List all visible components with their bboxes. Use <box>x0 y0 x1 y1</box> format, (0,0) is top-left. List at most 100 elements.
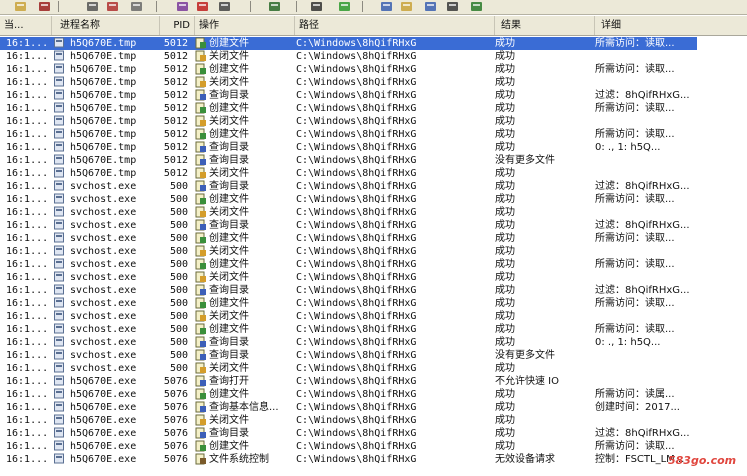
table-row[interactable]: 16:1... h5Q670E.tmp 5012 查询目录 C:\Windows\8hQ… <box>0 89 697 102</box>
process-icon <box>54 375 64 388</box>
file-system-icon <box>195 336 207 349</box>
network-icon[interactable] <box>218 1 231 12</box>
row-time: 16:1... <box>6 298 49 309</box>
edit-filter-icon[interactable] <box>130 1 143 12</box>
row-operation: 查询目录 <box>209 337 249 348</box>
row-pid: 5012 <box>163 77 188 88</box>
table-row[interactable]: 16:1... svchost.exe 500 查询目录 C:\Windows\8hQi… <box>0 180 697 193</box>
row-detail: 所需访问：读取... <box>595 129 675 140</box>
table-row[interactable]: 16:1... h5Q670E.tmp 5012 查询目录 C:\Windows\8hQ… <box>0 141 697 154</box>
profiling-icon[interactable] <box>470 1 483 12</box>
row-result: 成功 <box>495 233 515 244</box>
column-operation[interactable]: 操作 <box>195 16 295 35</box>
column-time[interactable]: 当... <box>0 16 52 35</box>
table-row[interactable]: 16:1... svchost.exe 500 创建文件 C:\Windows\8hQi… <box>0 193 697 206</box>
row-operation: 查询目录 <box>209 181 249 192</box>
row-operation: 创建文件 <box>209 233 249 244</box>
table-row[interactable]: 16:1... h5Q670E.exe 5076 查询打开 C:\Windows\8hQ… <box>0 375 697 388</box>
toolbar-separator <box>296 1 297 12</box>
process-icon[interactable] <box>446 1 459 12</box>
row-result: 成功 <box>495 103 515 114</box>
table-row[interactable]: 16:1... h5Q670E.exe 5076 查询目录 C:\Windows\8hQ… <box>0 427 697 440</box>
table-row[interactable]: 16:1... svchost.exe 500 关闭文件 C:\Windows\8hQi… <box>0 271 697 284</box>
row-path: C:\Windows\8hQifRHxG <box>296 337 417 348</box>
save-icon[interactable] <box>38 1 51 12</box>
table-row[interactable]: 16:1... svchost.exe 500 查询目录 C:\Windows\8hQi… <box>0 336 697 349</box>
row-result: 成功 <box>495 116 515 127</box>
row-pid: 5076 <box>163 402 188 413</box>
table-row[interactable]: 16:1... svchost.exe 500 创建文件 C:\Windows\8hQi… <box>0 258 697 271</box>
file-system-icon <box>195 245 207 258</box>
table-row[interactable]: 16:1... svchost.exe 500 查询目录 C:\Windows\8hQi… <box>0 349 697 362</box>
refresh-icon[interactable] <box>338 1 351 12</box>
table-row[interactable]: 16:1... h5Q670E.exe 5076 创建文件 C:\Windows\8hQ… <box>0 388 697 401</box>
row-time: 16:1... <box>6 38 49 49</box>
table-row[interactable]: 16:1... h5Q670E.tmp 5012 关闭文件 C:\Windows\8hQ… <box>0 50 697 63</box>
jump-icon[interactable] <box>268 1 281 12</box>
row-result: 成功 <box>495 272 515 283</box>
row-path: C:\Windows\8hQifRHxG <box>296 428 417 439</box>
table-row[interactable]: 16:1... svchost.exe 500 关闭文件 C:\Windows\8hQi… <box>0 245 697 258</box>
table-row[interactable]: 16:1... h5Q670E.tmp 5012 关闭文件 C:\Windows\8hQ… <box>0 115 697 128</box>
row-time: 16:1... <box>6 272 49 283</box>
process-icon <box>54 284 64 297</box>
table-row[interactable]: 16:1... svchost.exe 500 查询目录 C:\Windows\8hQi… <box>0 284 697 297</box>
row-time: 16:1... <box>6 441 49 452</box>
table-row[interactable]: 16:1... svchost.exe 500 创建文件 C:\Windows\8hQi… <box>0 232 697 245</box>
column-result[interactable]: 结果 <box>495 16 595 35</box>
table-row[interactable]: 16:1... h5Q670E.tmp 5012 关闭文件 C:\Windows\8hQ… <box>0 76 697 89</box>
row-result: 成功 <box>495 337 515 348</box>
row-pid: 500 <box>169 233 188 244</box>
process-icon <box>54 310 64 323</box>
row-process: svchost.exe <box>70 181 137 192</box>
row-process: h5Q670E.exe <box>70 454 137 465</box>
table-row[interactable]: 16:1... h5Q670E.tmp 5012 创建文件 C:\Windows\8hQ… <box>0 63 697 76</box>
row-detail <box>595 50 695 63</box>
highlight-icon[interactable] <box>106 1 119 12</box>
table-row[interactable]: 16:1... svchost.exe 500 关闭文件 C:\Windows\8hQi… <box>0 310 697 323</box>
column-path[interactable]: 路径 <box>295 16 495 35</box>
column-process[interactable]: 进程名称 <box>52 16 160 35</box>
table-row[interactable]: 16:1... h5Q670E.exe 5076 文件系统控制 C:\Windows\8… <box>0 453 697 466</box>
row-result: 成功 <box>495 441 515 452</box>
row-detail <box>595 206 695 219</box>
row-operation: 关闭文件 <box>209 116 249 127</box>
row-time: 16:1... <box>6 350 49 361</box>
row-detail: 0: ., 1: h5Q... <box>595 142 661 153</box>
table-row[interactable]: 16:1... svchost.exe 500 创建文件 C:\Windows\8hQi… <box>0 297 697 310</box>
event-list[interactable]: 16:1... h5Q670E.tmp 5012 创建文件 C:\Windows\8hQ… <box>0 37 697 466</box>
row-process: svchost.exe <box>70 233 137 244</box>
row-pid: 5076 <box>163 441 188 452</box>
table-row[interactable]: 16:1... h5Q670E.exe 5076 查询基本信息... C:\Window… <box>0 401 697 414</box>
table-row[interactable]: 16:1... h5Q670E.tmp 5012 创建文件 C:\Windows\8hQ… <box>0 102 697 115</box>
row-pid: 500 <box>169 220 188 231</box>
row-time: 16:1... <box>6 51 49 62</box>
table-row[interactable]: 16:1... svchost.exe 500 查询目录 C:\Windows\8hQi… <box>0 219 697 232</box>
row-result: 无效设备请求 <box>495 454 555 465</box>
file-icon[interactable] <box>400 1 413 12</box>
table-row[interactable]: 16:1... h5Q670E.exe 5076 关闭文件 C:\Windows\8hQ… <box>0 414 697 427</box>
row-operation: 创建文件 <box>209 324 249 335</box>
table-row[interactable]: 16:1... h5Q670E.tmp 5012 创建文件 C:\Windows\8hQ… <box>0 37 697 50</box>
row-operation: 创建文件 <box>209 259 249 270</box>
empty-area <box>697 37 747 476</box>
tree-icon[interactable] <box>310 1 323 12</box>
column-detail[interactable]: 详细 <box>595 16 747 35</box>
network-activity-icon[interactable] <box>424 1 437 12</box>
open-icon[interactable] <box>14 1 27 12</box>
table-row[interactable]: 16:1... h5Q670E.tmp 5012 查询目录 C:\Windows\8hQ… <box>0 154 697 167</box>
table-row[interactable]: 16:1... svchost.exe 500 关闭文件 C:\Windows\8hQi… <box>0 362 697 375</box>
table-row[interactable]: 16:1... svchost.exe 500 创建文件 C:\Windows\8hQi… <box>0 323 697 336</box>
find-icon[interactable] <box>86 1 99 12</box>
capture-icon[interactable] <box>196 1 209 12</box>
registry-icon[interactable] <box>380 1 393 12</box>
table-row[interactable]: 16:1... h5Q670E.tmp 5012 创建文件 C:\Windows\8hQ… <box>0 128 697 141</box>
toolbar-separator <box>250 1 251 12</box>
table-row[interactable]: 16:1... svchost.exe 500 关闭文件 C:\Windows\8hQi… <box>0 206 697 219</box>
table-row[interactable]: 16:1... h5Q670E.tmp 5012 关闭文件 C:\Windows\8hQ… <box>0 167 697 180</box>
process-icon <box>54 453 64 466</box>
filter-icon[interactable] <box>176 1 189 12</box>
row-process: h5Q670E.exe <box>70 441 137 452</box>
table-row[interactable]: 16:1... h5Q670E.exe 5076 创建文件 C:\Windows\8hQ… <box>0 440 697 453</box>
column-pid[interactable]: PID <box>160 16 195 35</box>
